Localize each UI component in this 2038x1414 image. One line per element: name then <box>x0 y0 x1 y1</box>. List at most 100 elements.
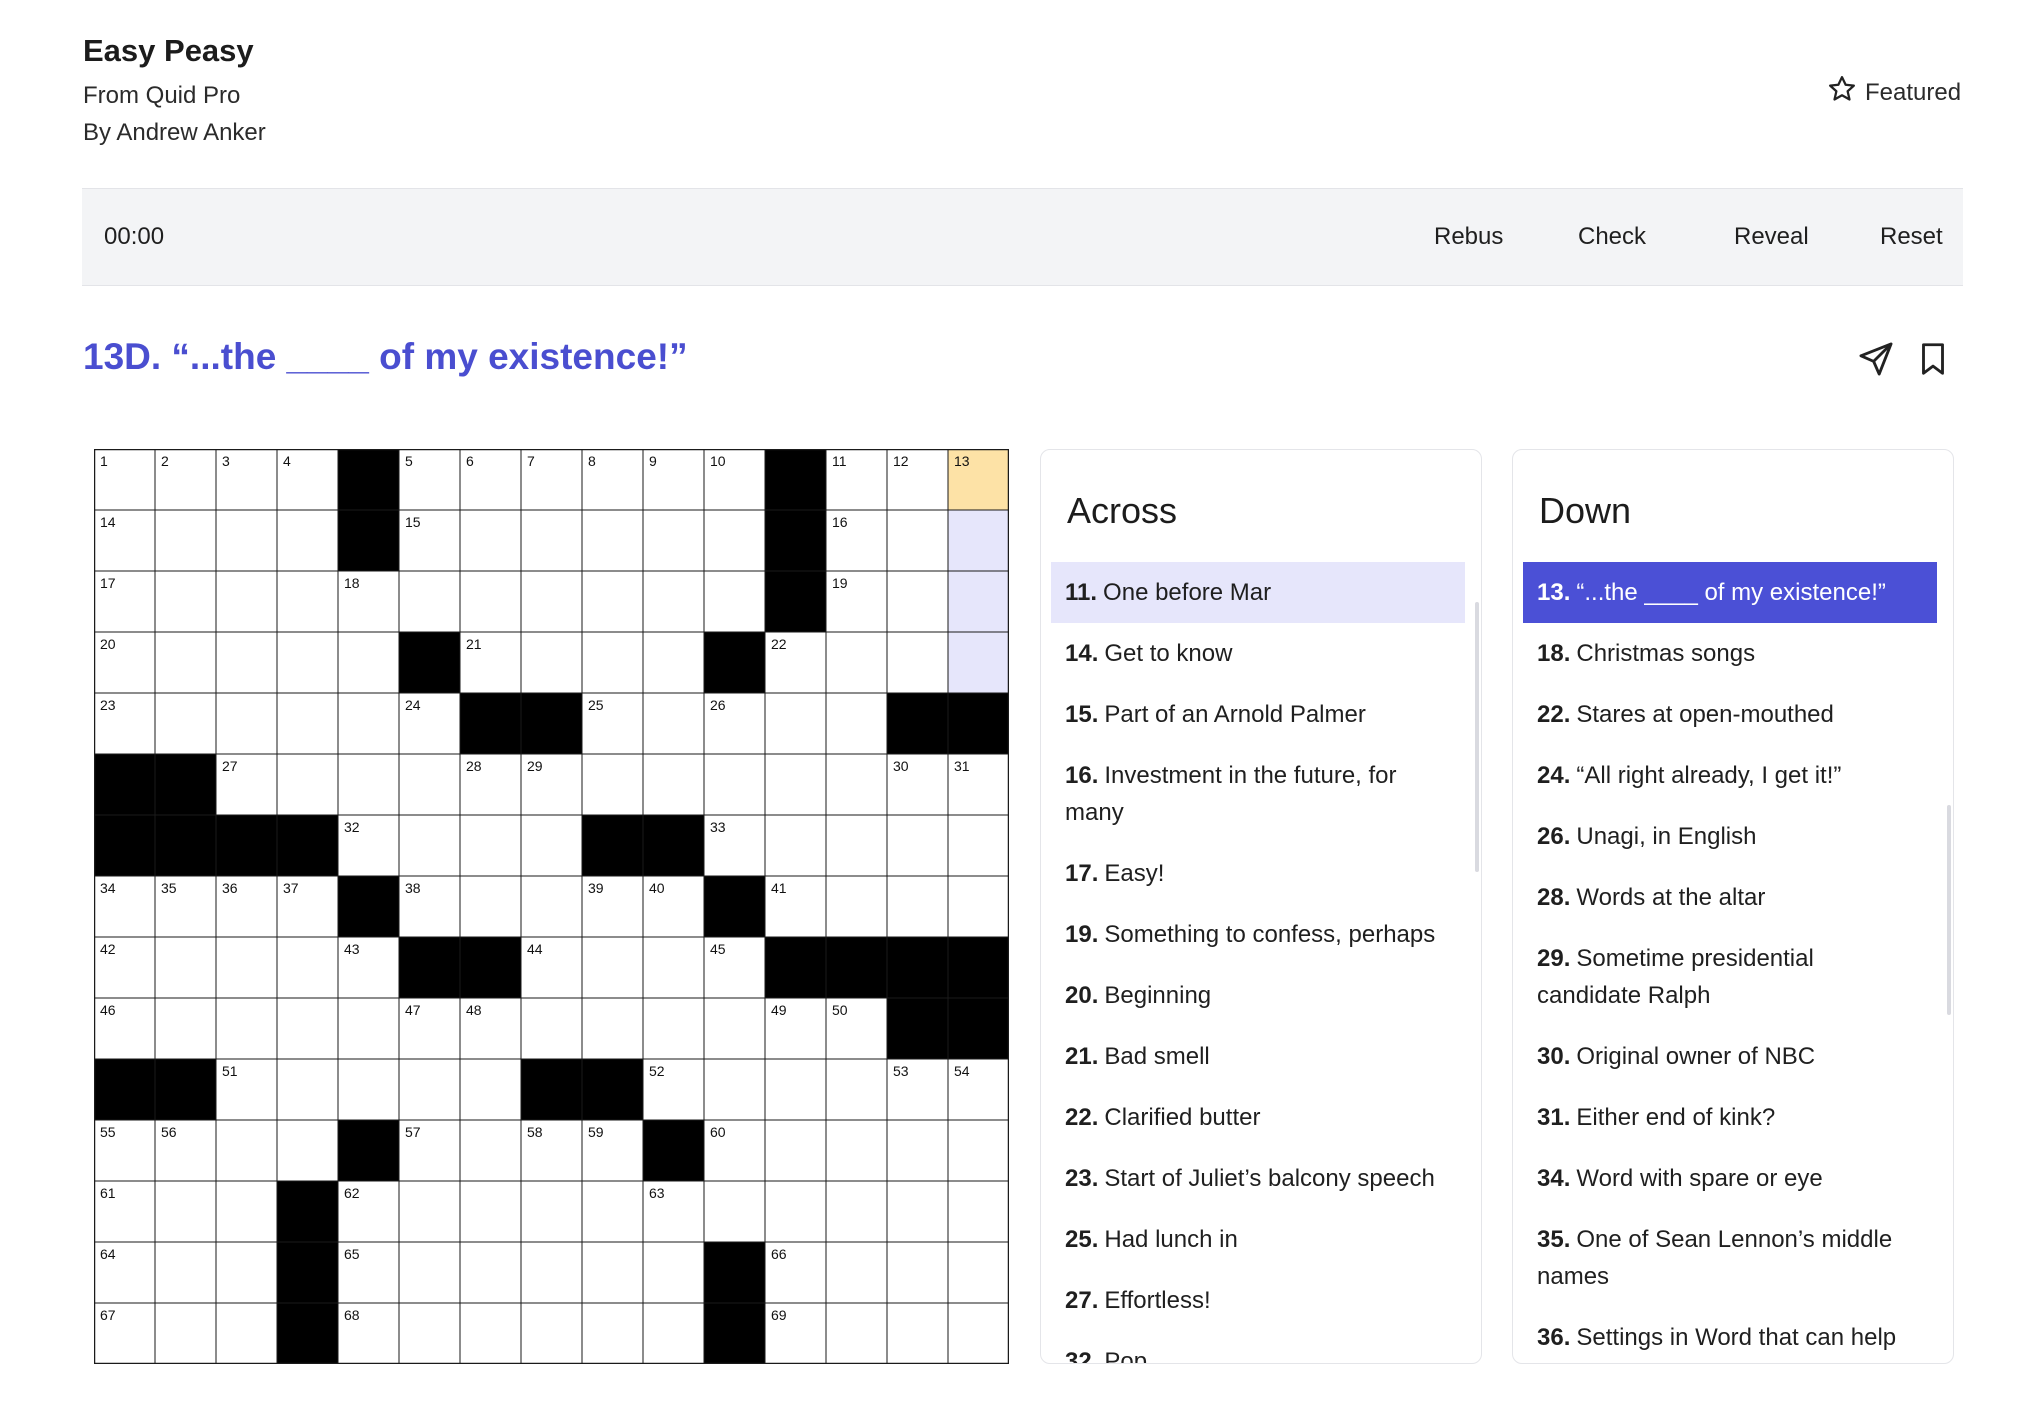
grid-cell[interactable] <box>459 1058 522 1121</box>
grid-cell[interactable] <box>337 753 400 816</box>
grid-cell[interactable] <box>459 570 522 633</box>
grid-cell[interactable] <box>703 1180 766 1243</box>
down-clue[interactable]: 13. “...the ____ of my existence!” <box>1523 562 1937 623</box>
grid-cell[interactable] <box>825 692 888 755</box>
grid-cell[interactable] <box>581 570 644 633</box>
grid-cell[interactable] <box>825 1241 888 1304</box>
grid-cell[interactable] <box>276 692 339 755</box>
grid-cell[interactable] <box>764 753 827 816</box>
down-clue[interactable]: 29. Sometime presidential candidate Ralph <box>1523 928 1937 1026</box>
down-clue[interactable]: 18. Christmas songs <box>1523 623 1937 684</box>
grid-cell[interactable] <box>581 631 644 694</box>
check-button[interactable]: Check <box>1578 223 1646 251</box>
grid-cell[interactable] <box>642 936 705 999</box>
down-clue[interactable]: 36. Settings in Word that can help <box>1523 1307 1937 1363</box>
across-clue[interactable]: 15. Part of an Arnold Palmer <box>1051 684 1465 745</box>
grid-cell[interactable] <box>337 692 400 755</box>
grid-cell[interactable] <box>520 509 583 572</box>
grid-cell[interactable] <box>520 1302 583 1364</box>
grid-cell[interactable] <box>337 1058 400 1121</box>
across-clue[interactable]: 19. Something to confess, perhaps <box>1051 904 1465 965</box>
share-button[interactable] <box>1857 340 1895 378</box>
grid-cell[interactable] <box>215 692 278 755</box>
across-clue[interactable]: 25. Had lunch in <box>1051 1209 1465 1270</box>
grid-cell[interactable] <box>459 1180 522 1243</box>
featured-button[interactable]: Featured <box>1827 74 1961 111</box>
grid-cell[interactable] <box>825 875 888 938</box>
grid-cell[interactable] <box>398 814 461 877</box>
grid-cell[interactable] <box>215 1180 278 1243</box>
grid-cell[interactable] <box>947 1180 1009 1243</box>
grid-cell[interactable] <box>703 997 766 1060</box>
grid-cell[interactable] <box>398 1180 461 1243</box>
grid-cell[interactable] <box>459 875 522 938</box>
grid-cell[interactable] <box>276 570 339 633</box>
across-clue[interactable]: 16. Investment in the future, for many <box>1051 745 1465 843</box>
reveal-button[interactable]: Reveal <box>1734 223 1809 251</box>
grid-cell[interactable] <box>764 1180 827 1243</box>
grid-cell[interactable] <box>337 631 400 694</box>
grid-cell[interactable] <box>276 936 339 999</box>
grid-cell[interactable] <box>276 509 339 572</box>
grid-cell[interactable] <box>581 936 644 999</box>
grid-cell[interactable] <box>642 1302 705 1364</box>
grid-cell[interactable] <box>947 1241 1009 1304</box>
grid-cell[interactable] <box>947 631 1009 694</box>
grid-cell[interactable] <box>215 997 278 1060</box>
grid-cell[interactable] <box>886 1180 949 1243</box>
across-clue[interactable]: 32. Pop <box>1051 1331 1465 1363</box>
grid-cell[interactable] <box>276 997 339 1060</box>
grid-cell[interactable] <box>642 570 705 633</box>
grid-cell[interactable] <box>459 1302 522 1364</box>
grid-cell[interactable] <box>581 1180 644 1243</box>
grid-cell[interactable] <box>276 1058 339 1121</box>
grid-cell[interactable] <box>154 1302 217 1364</box>
down-scrollbar[interactable] <box>1947 805 1951 1015</box>
across-clue[interactable]: 21. Bad smell <box>1051 1026 1465 1087</box>
across-clue[interactable]: 23. Start of Juliet’s balcony speech <box>1051 1148 1465 1209</box>
grid-cell[interactable] <box>215 509 278 572</box>
crossword-grid[interactable]: 1 2 3 4 5 6 7 8 9 10 11 12 13 14 15 16 17 18 19 20 21 22 23 24 2… <box>94 449 1009 1364</box>
grid-cell[interactable] <box>520 570 583 633</box>
grid-cell[interactable] <box>825 1058 888 1121</box>
across-clue[interactable]: 22. Clarified butter <box>1051 1087 1465 1148</box>
grid-cell[interactable] <box>520 1241 583 1304</box>
grid-cell[interactable] <box>398 1058 461 1121</box>
grid-cell[interactable] <box>215 936 278 999</box>
grid-cell[interactable] <box>459 814 522 877</box>
grid-cell[interactable] <box>886 509 949 572</box>
rebus-button[interactable]: Rebus <box>1434 223 1503 251</box>
grid-cell[interactable] <box>581 1302 644 1364</box>
grid-cell[interactable] <box>947 1119 1009 1182</box>
grid-cell[interactable] <box>215 1119 278 1182</box>
grid-cell[interactable] <box>581 997 644 1060</box>
grid-cell[interactable] <box>215 631 278 694</box>
across-clue[interactable]: 14. Get to know <box>1051 623 1465 684</box>
grid-cell[interactable] <box>825 814 888 877</box>
grid-cell[interactable] <box>581 1241 644 1304</box>
grid-cell[interactable] <box>764 692 827 755</box>
crossword-grid-svg[interactable]: 1 2 3 4 5 6 7 8 9 10 11 12 1314 15 1617 18 1920 21 2223 24 2… <box>94 449 1009 1364</box>
grid-cell[interactable] <box>520 997 583 1060</box>
grid-cell[interactable] <box>459 509 522 572</box>
grid-cell[interactable] <box>520 631 583 694</box>
grid-cell[interactable] <box>642 509 705 572</box>
grid-cell[interactable] <box>154 692 217 755</box>
grid-cell[interactable] <box>886 1241 949 1304</box>
down-clue[interactable]: 30. Original owner of NBC <box>1523 1026 1937 1087</box>
grid-cell[interactable] <box>886 1119 949 1182</box>
grid-cell[interactable] <box>215 1241 278 1304</box>
grid-cell[interactable] <box>825 1119 888 1182</box>
grid-cell[interactable] <box>154 509 217 572</box>
grid-cell[interactable] <box>703 570 766 633</box>
grid-cell[interactable] <box>520 814 583 877</box>
grid-cell[interactable] <box>825 753 888 816</box>
down-clue[interactable]: 26. Unagi, in English <box>1523 806 1937 867</box>
grid-cell[interactable] <box>398 1241 461 1304</box>
grid-cell[interactable] <box>947 875 1009 938</box>
across-clue[interactable]: 11. One before Mar <box>1051 562 1465 623</box>
grid-cell[interactable] <box>764 1058 827 1121</box>
grid-cell[interactable] <box>459 1119 522 1182</box>
grid-cell[interactable] <box>154 1241 217 1304</box>
grid-cell[interactable] <box>459 1241 522 1304</box>
